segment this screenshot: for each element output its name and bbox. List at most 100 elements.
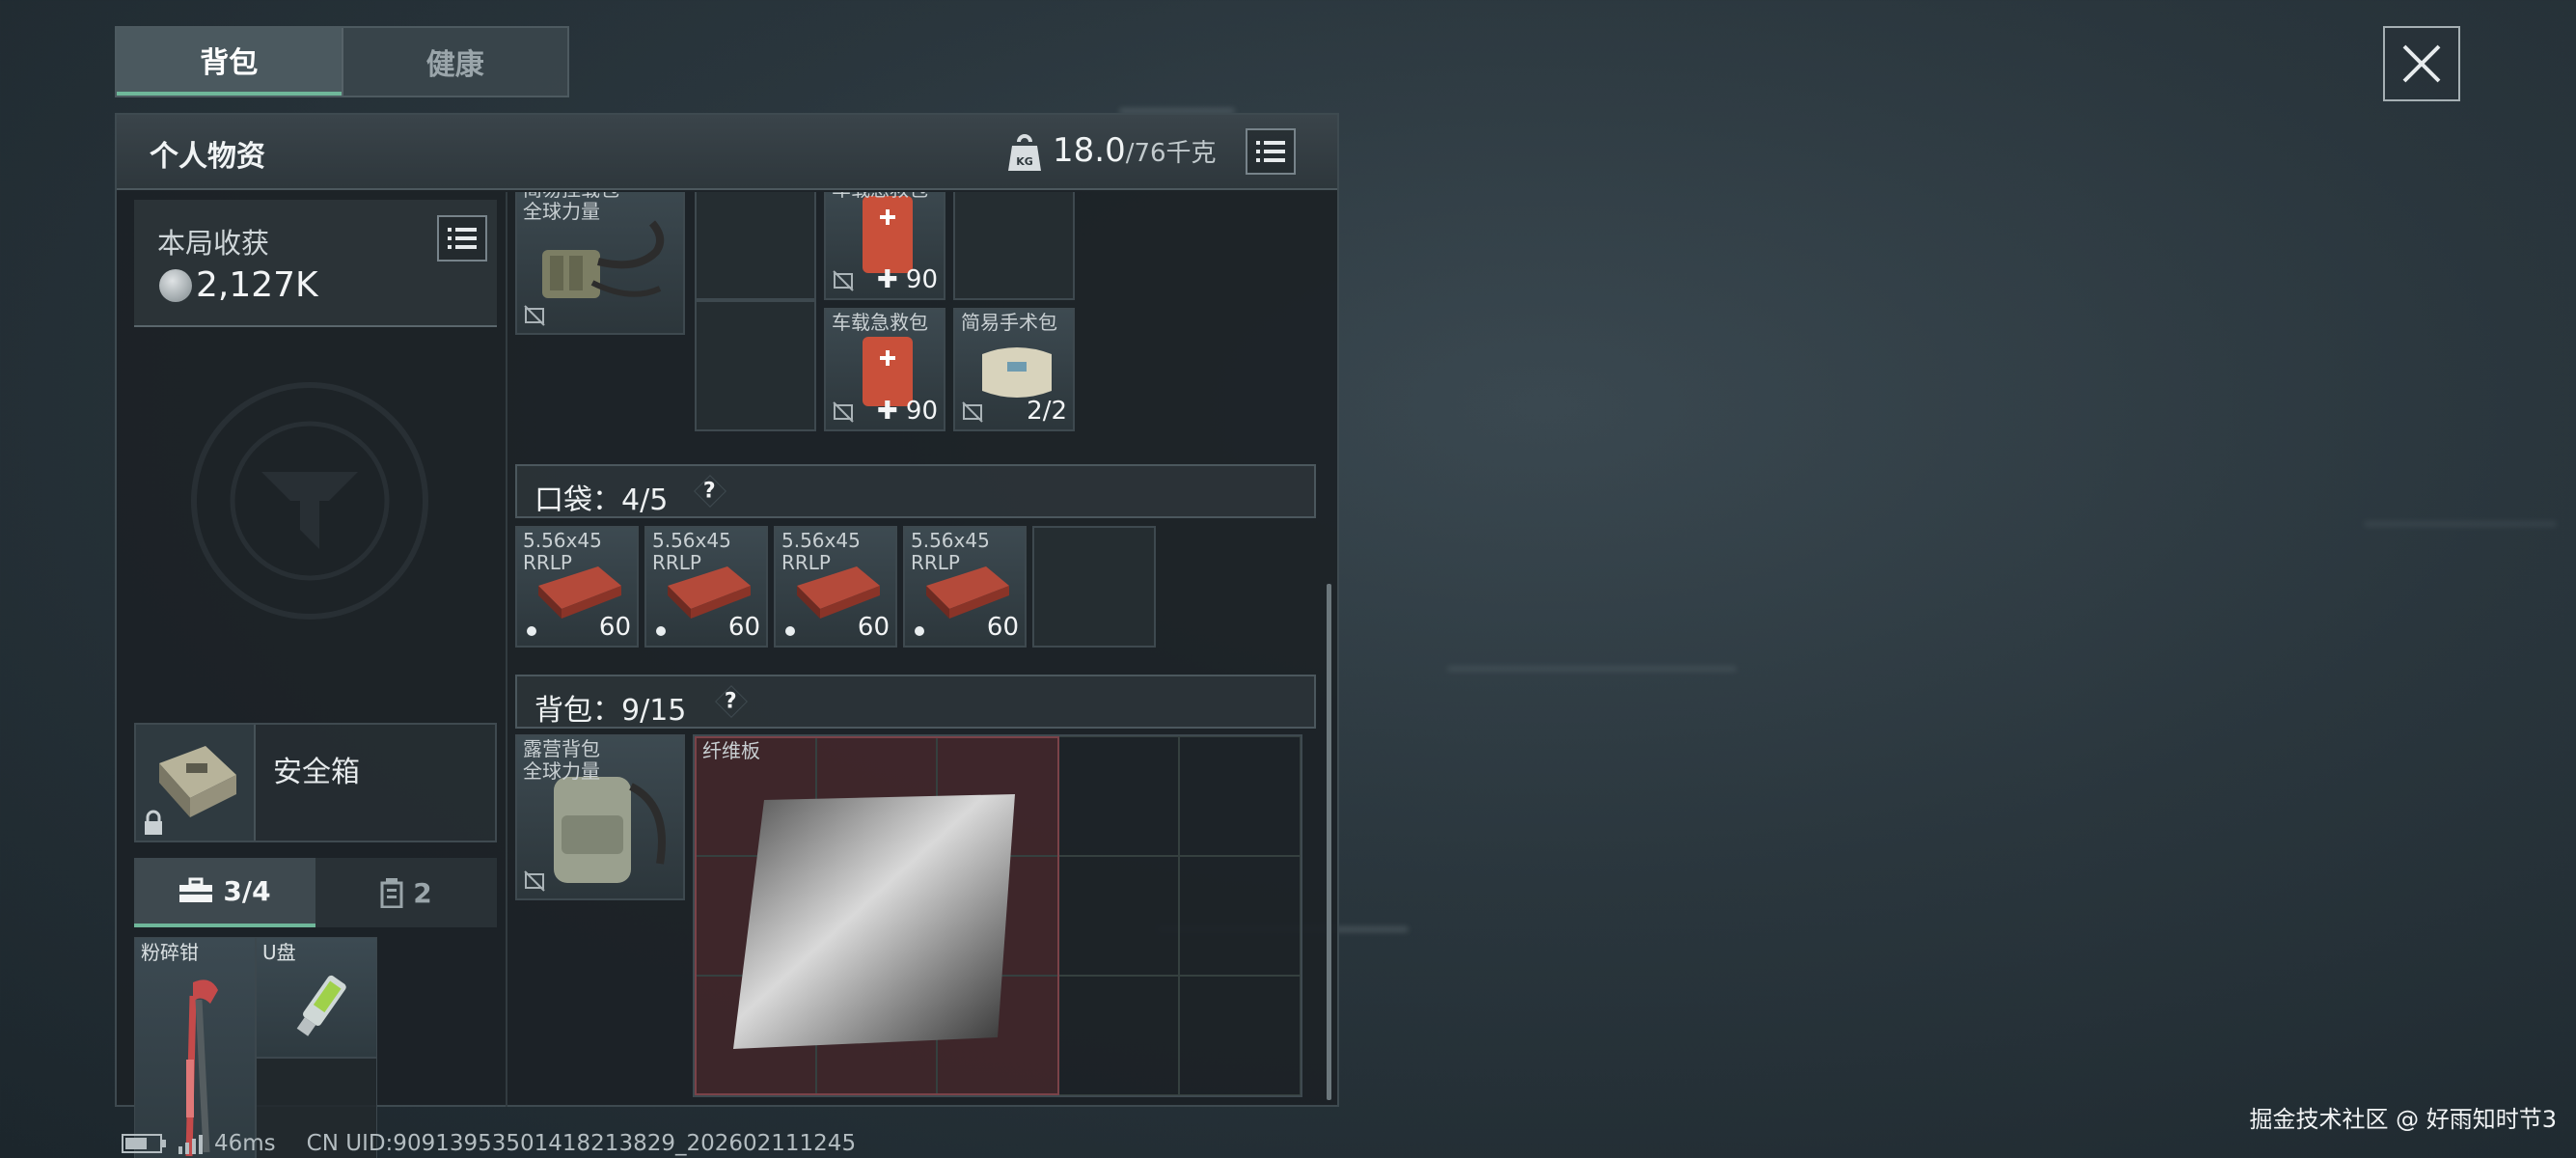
backpack-section-header: 背包：9/15 ?	[515, 675, 1316, 729]
rig-item[interactable]: 简易挂载包 全球力量	[515, 192, 685, 335]
backpack-slot[interactable]	[1057, 976, 1180, 1095]
close-icon	[2402, 44, 2441, 83]
surgery-kit-item[interactable]: 简易手术包 2/2	[953, 308, 1075, 431]
backpack-slot[interactable]	[1179, 976, 1301, 1095]
close-button[interactable]	[2383, 26, 2460, 101]
tools-grid: U盘 粉碎钳	[134, 937, 377, 1158]
panel-title: 个人物资	[150, 140, 265, 174]
weight-icon: KG	[1008, 134, 1041, 171]
medkit-item[interactable]: 车载急救包 ✚ 90	[824, 308, 945, 431]
item-name: 车载急救包	[832, 311, 928, 334]
item-count: 60	[857, 613, 890, 642]
fiberboard-icon	[733, 794, 1015, 1049]
ammo-item[interactable]: 5.56x45 RRLP 60	[903, 526, 1027, 648]
tool-usb-drive[interactable]: U盘	[256, 937, 377, 1058]
inventory-scroll-area: 简易挂载包 全球力量 车载急救包 ✚ 90 车载急救包 ✚ 90	[515, 192, 1326, 1107]
safe-box-label: 安全箱	[273, 756, 360, 789]
tab-health[interactable]: 健康	[341, 28, 568, 96]
uid-readout: CN UID:9091395350141821382​9_20260211124…	[306, 1131, 857, 1156]
backpack-slot[interactable]	[1179, 736, 1301, 856]
item-name: U盘	[262, 941, 296, 964]
list-icon	[448, 228, 477, 249]
no-sell-icon	[833, 270, 854, 291]
safe-box-slot[interactable]: 安全箱	[134, 723, 497, 842]
list-icon	[1256, 141, 1285, 162]
backpack-label: 背包：9/15	[534, 694, 687, 728]
item-name: 粉碎钳	[141, 941, 199, 964]
harvest-label: 本局收获	[157, 227, 270, 260]
item-durability: ✚ 90	[876, 397, 938, 426]
weight-readout: 18.0/76千克	[1053, 131, 1217, 170]
canister-icon	[380, 878, 403, 908]
tool-bolt-cutter[interactable]: 粉碎钳	[134, 937, 256, 1158]
medkit-item[interactable]: 车载急救包 ✚ 90	[824, 192, 945, 300]
item-name: 5.56x45 RRLP	[652, 529, 731, 574]
signal-icon	[178, 1135, 203, 1154]
item-count: 60	[727, 613, 760, 642]
lock-icon	[145, 810, 162, 835]
ammo-item[interactable]: 5.56x45 RRLP 60	[774, 526, 897, 648]
canister-count: 2	[413, 876, 432, 909]
inventory-panel: 个人物资 KG 18.0/76千克 本局收获 2,127K 安全箱 3/4 2 …	[115, 113, 1339, 1158]
surgery-kit-icon	[982, 347, 1052, 398]
panel-header: 个人物资 KG 18.0/76千克	[117, 115, 1337, 190]
rig-empty-slot[interactable]	[695, 300, 816, 431]
backpack-slot[interactable]	[1179, 856, 1301, 976]
harvest-list-button[interactable]	[437, 215, 487, 262]
pocket-help-icon[interactable]: ?	[694, 475, 726, 508]
no-sell-icon	[524, 870, 545, 892]
fiberboard-item[interactable]: 纤维板	[695, 736, 1059, 1095]
item-count: 60	[598, 613, 631, 642]
rig-empty-slot[interactable]	[953, 192, 1075, 300]
ping-readout: 46ms	[214, 1131, 276, 1156]
item-name: 简易手术包	[961, 311, 1057, 334]
item-name: 5.56x45 RRLP	[911, 529, 990, 574]
left-column: 本局收获 2,127K 安全箱 3/4 2 U盘 粉碎钳	[117, 192, 507, 1158]
ammo-dot	[656, 626, 666, 636]
tab-tools[interactable]: 3/4	[134, 858, 315, 927]
pocket-empty-slot[interactable]	[1032, 526, 1156, 648]
watermark: 掘金技术社区 @ 好雨知时节3	[2249, 1106, 2557, 1133]
item-name: 5.56x45 RRLP	[523, 529, 602, 574]
backpack-slot[interactable]	[1057, 856, 1180, 976]
ammo-dot	[527, 626, 536, 636]
item-durability: ✚ 90	[876, 265, 938, 294]
rig-empty-slot[interactable]	[695, 192, 816, 300]
ammo-dot	[915, 626, 924, 636]
weight-max: /76千克	[1125, 139, 1217, 168]
weight-current: 18.0	[1053, 131, 1126, 170]
camping-backpack-item[interactable]: 露营背包 全球力量	[515, 734, 685, 900]
item-name: 纤维板	[702, 739, 760, 762]
sort-list-button[interactable]	[1246, 128, 1296, 175]
tab-canister[interactable]: 2	[315, 858, 497, 927]
svg-text:KG: KG	[1016, 155, 1033, 168]
ammo-item[interactable]: 5.56x45 RRLP 60	[644, 526, 768, 648]
tab-backpack[interactable]: 背包	[117, 28, 342, 96]
tools-count: 3/4	[223, 874, 271, 907]
pocket-section-header: 口袋：4/5 ?	[515, 464, 1316, 518]
backpack-slot[interactable]	[1057, 736, 1180, 856]
no-sell-icon	[524, 305, 545, 326]
item-uses: 2/2	[1027, 397, 1067, 426]
ammo-dot	[785, 626, 795, 636]
item-name: 简易挂载包 全球力量	[523, 192, 619, 223]
item-name: 5.56x45 RRLP	[781, 529, 861, 574]
faction-emblem-watermark	[191, 382, 428, 620]
pocket-label: 口袋：4/5	[534, 483, 669, 517]
harvest-box: 本局收获 2,127K	[134, 200, 497, 327]
no-sell-icon	[962, 401, 983, 423]
item-name: 车载急救包	[832, 192, 928, 201]
item-name: 露营背包 全球力量	[523, 737, 600, 783]
battery-icon	[122, 1134, 166, 1153]
coin-icon	[159, 269, 192, 302]
container-tabs: 3/4 2	[134, 858, 497, 927]
toolbox-icon	[179, 877, 213, 902]
ammo-item[interactable]: 5.56x45 RRLP 60	[515, 526, 639, 648]
top-tab-bar: 背包 健康	[115, 26, 569, 97]
status-bar: 46ms CN UID:9091395350141821382​9_202602…	[122, 1131, 856, 1156]
no-sell-icon	[833, 401, 854, 423]
scrollbar[interactable]	[1327, 584, 1331, 1100]
item-count: 60	[986, 613, 1019, 642]
harvest-value: 2,127K	[196, 265, 318, 305]
backpack-help-icon[interactable]: ?	[715, 685, 748, 718]
